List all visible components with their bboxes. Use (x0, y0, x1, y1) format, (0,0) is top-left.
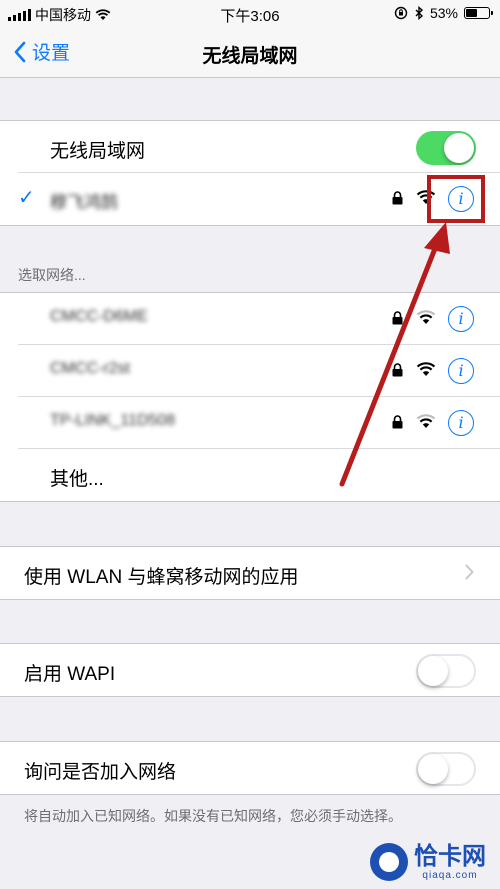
watermark-logo-icon (370, 843, 408, 881)
watermark-name: 恰卡网 (414, 842, 486, 870)
watermark-logo: 恰卡网 qiaqa.com (370, 843, 486, 881)
annotation-arrow (339, 222, 450, 487)
watermark-url: qiaqa.com (422, 869, 478, 881)
